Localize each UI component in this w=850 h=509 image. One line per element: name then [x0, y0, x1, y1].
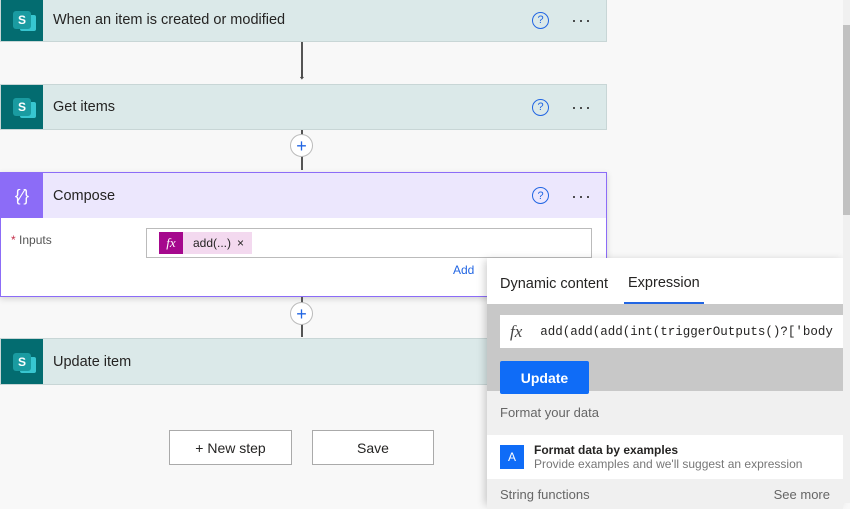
step-title: Get items [53, 99, 116, 115]
item-description: Provide examples and we'll suggest an ex… [534, 457, 803, 471]
step-get-items[interactable]: S Get items ? ··· [0, 84, 607, 130]
inputs-field[interactable]: fx add(...) × [146, 228, 592, 258]
see-more-link[interactable]: See more [774, 487, 830, 502]
item-title: Format data by examples [534, 443, 679, 457]
more-options-icon[interactable]: ··· [571, 187, 592, 205]
step-trigger[interactable]: S When an item is created or modified ? … [0, 0, 607, 42]
expression-input[interactable]: fx add(add(add(int(triggerOutputs()?['bo… [500, 315, 843, 348]
help-icon[interactable]: ? [532, 11, 550, 29]
token-label: add(...) [193, 236, 232, 250]
expression-text: add(add(add(int(triggerOutputs()?['body [540, 324, 833, 339]
more-options-icon[interactable]: ··· [571, 11, 592, 29]
compose-icon: {∕} [1, 173, 43, 218]
sharepoint-icon: S [1, 339, 43, 384]
arrow-down-icon: ↓ [298, 66, 306, 83]
format-data-by-examples[interactable]: A Format data by examples Provide example… [487, 435, 843, 479]
fx-icon: fx [159, 232, 183, 254]
step-title: Compose [53, 187, 116, 204]
tab-dynamic-content[interactable]: Dynamic content [487, 276, 608, 304]
sharepoint-icon: S [1, 0, 43, 41]
add-dynamic-content-link[interactable]: Add [453, 263, 474, 277]
expression-token[interactable]: fx add(...) × [159, 232, 253, 254]
section-header: String functions [500, 487, 590, 502]
remove-token-icon[interactable]: × [237, 236, 252, 250]
step-title: When an item is created or modified [53, 12, 286, 28]
insert-step-button[interactable]: + [290, 134, 313, 157]
more-options-icon[interactable]: ··· [571, 98, 592, 116]
tab-expression[interactable]: Expression [624, 275, 704, 304]
format-examples-icon: A [500, 445, 524, 469]
help-icon[interactable]: ? [532, 187, 550, 204]
inputs-label: * Inputs [11, 233, 52, 247]
section-header: Format your data [487, 391, 843, 435]
fx-icon: fx [510, 321, 523, 341]
scrollbar[interactable] [843, 0, 850, 503]
dynamic-content-popup: Dynamic content Expression fx add(add(ad… [487, 258, 843, 509]
sharepoint-icon: S [1, 85, 43, 129]
insert-step-button[interactable]: + [290, 302, 313, 325]
update-button[interactable]: Update [500, 361, 589, 394]
help-icon[interactable]: ? [532, 98, 550, 116]
new-step-button[interactable]: + New step [169, 430, 292, 465]
save-button[interactable]: Save [312, 430, 434, 465]
